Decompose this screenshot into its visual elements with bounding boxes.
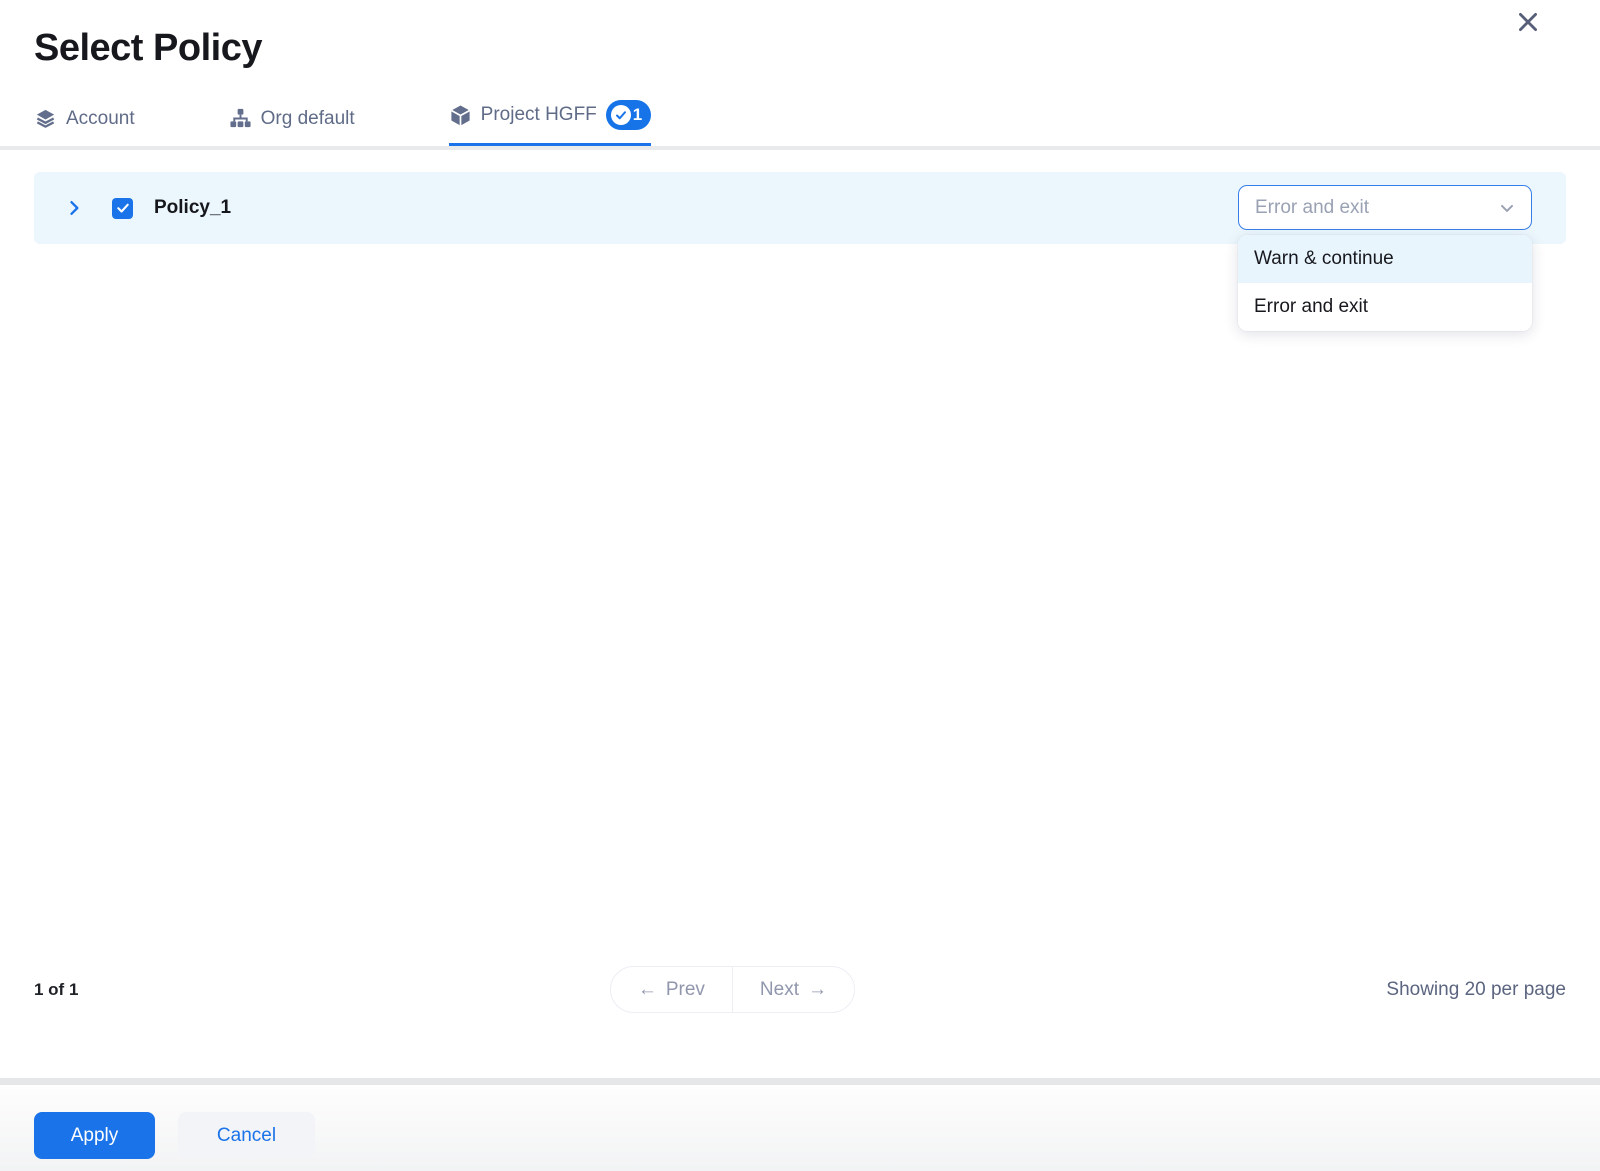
footer-bar: Apply Cancel [0,1085,1600,1171]
selected-count-badge: 1 [606,100,651,130]
cancel-button[interactable]: Cancel [178,1112,315,1159]
expand-row-button[interactable] [64,197,84,219]
policy-name: Policy_1 [154,197,231,219]
arrow-right-icon: → [808,979,827,1001]
close-icon [1515,9,1541,35]
page-indicator: 1 of 1 [34,980,78,1000]
tab-label: Account [66,108,135,130]
select-value: Error and exit [1255,197,1369,219]
footer-divider [0,1078,1600,1085]
next-label: Next [760,979,799,1001]
tab-project-hgff[interactable]: Project HGFF 1 [449,100,652,146]
check-icon [611,105,631,125]
dropdown-option-error-exit[interactable]: Error and exit [1238,283,1532,331]
dropdown-option-warn-continue[interactable]: Warn & continue [1238,235,1532,283]
per-page-label: Showing 20 per page [1386,979,1566,1001]
tab-org-default[interactable]: Org default [229,107,355,146]
policy-row: Policy_1 Error and exit Warn & continue … [34,172,1566,244]
chevron-right-icon [64,197,84,219]
tab-label: Org default [261,108,355,130]
tab-bar: Account Org default Proje [34,100,1600,146]
close-button[interactable] [1512,6,1544,38]
tabs-divider [0,146,1600,150]
prev-label: Prev [666,979,705,1001]
arrow-left-icon: ← [638,979,657,1001]
next-button[interactable]: Next → [732,967,854,1012]
pagination-bar: 1 of 1 ← Prev Next → Showing 20 per page [34,966,1566,1013]
org-chart-icon [229,107,252,130]
chevron-down-icon [1497,198,1517,218]
cube-icon [449,104,472,127]
prev-button[interactable]: ← Prev [611,967,732,1012]
badge-count: 1 [633,105,642,125]
layers-icon [34,107,57,130]
policy-checkbox[interactable] [112,198,133,219]
failure-action-select[interactable]: Error and exit [1238,185,1532,230]
tab-label: Project HGFF [481,104,597,126]
failure-action-dropdown: Warn & continue Error and exit [1238,235,1532,331]
tab-account[interactable]: Account [34,107,135,146]
apply-button[interactable]: Apply [34,1112,155,1159]
policy-list: Policy_1 Error and exit Warn & continue … [0,172,1600,244]
check-icon [116,201,130,215]
select-policy-modal: Select Policy Account [0,0,1600,1171]
modal-title: Select Policy [0,0,1600,70]
pager-control: ← Prev Next → [610,966,855,1013]
